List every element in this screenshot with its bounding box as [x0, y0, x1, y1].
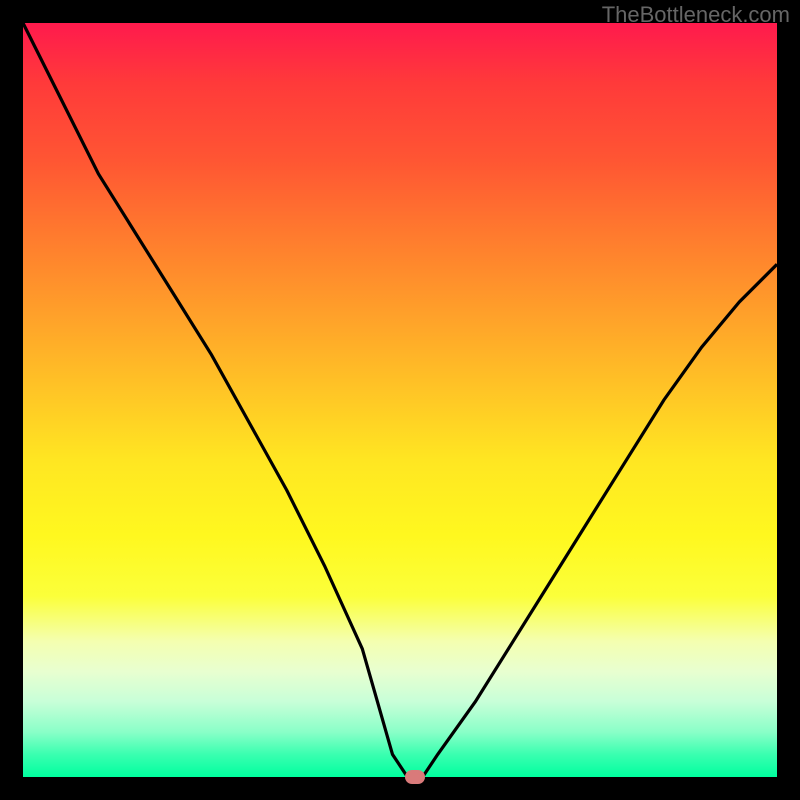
- bottleneck-line-chart: [23, 23, 777, 777]
- optimal-point-marker: [405, 770, 425, 784]
- bottleneck-curve: [23, 23, 777, 777]
- watermark-text: TheBottleneck.com: [602, 2, 790, 28]
